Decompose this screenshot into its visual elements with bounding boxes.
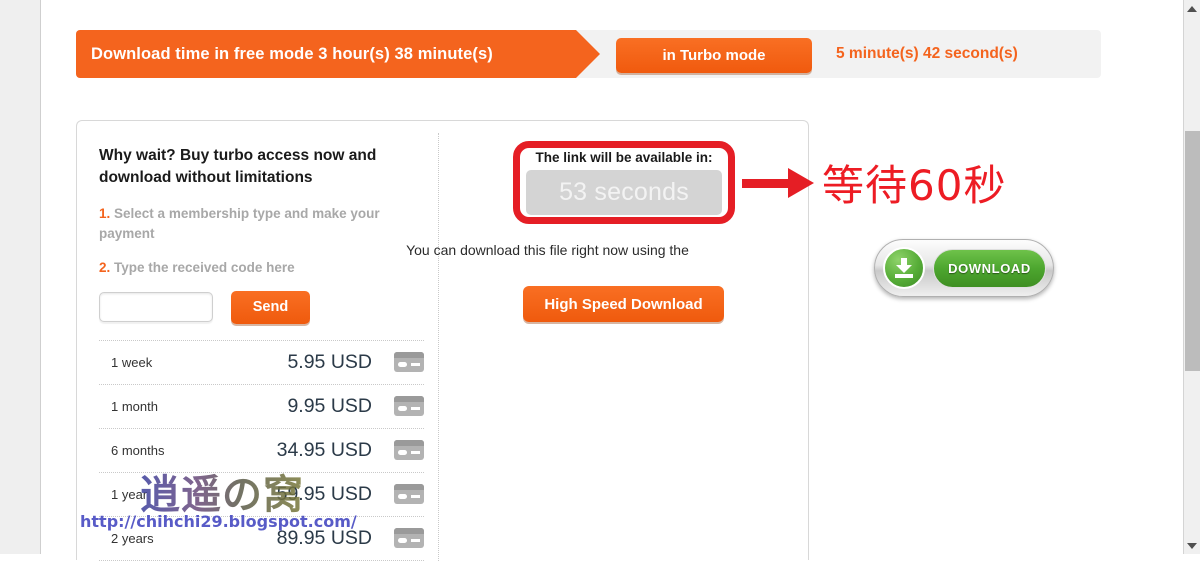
step-2-number: 2. bbox=[99, 260, 111, 276]
purchase-step-1: 1. Select a membership type and make you… bbox=[99, 204, 414, 243]
price-amount: 5.95 USD bbox=[287, 350, 372, 373]
countdown-timer-box: 53 seconds bbox=[526, 170, 722, 216]
download-button-pill: DOWNLOAD bbox=[933, 249, 1046, 288]
turbo-mode-button-label: in Turbo mode bbox=[662, 47, 766, 64]
promo-title: Why wait? Buy turbo access now and downl… bbox=[99, 147, 377, 186]
send-code-button[interactable]: Send bbox=[231, 290, 310, 324]
price-amount: 59.95 USD bbox=[276, 482, 372, 505]
annotation-text: 等待60秒 bbox=[822, 161, 1007, 210]
turbo-purchase-column: Why wait? Buy turbo access now and downl… bbox=[99, 133, 424, 561]
download-now-note: You can download this file right now usi… bbox=[406, 242, 689, 258]
credit-card-icon[interactable] bbox=[394, 484, 424, 505]
banner-chevron-icon bbox=[576, 30, 600, 78]
credit-card-icon[interactable] bbox=[394, 528, 424, 549]
step-2-text: Type the received code here bbox=[114, 260, 295, 276]
table-row[interactable]: 6 months 34.95 USD bbox=[99, 429, 424, 473]
countdown-value: 53 seconds bbox=[559, 178, 689, 207]
code-entry-row: Send bbox=[99, 290, 424, 324]
page-root: Download time in free mode 3 hour(s) 38 … bbox=[0, 0, 1200, 561]
download-arrow-icon bbox=[883, 247, 925, 289]
step-1-text: Select a membership type and make your p… bbox=[99, 206, 380, 241]
purchase-step-2: 2. Type the received code here bbox=[99, 258, 414, 278]
countdown-block: The link will be available in: 53 second… bbox=[526, 150, 722, 216]
scrollbar-thumb[interactable] bbox=[1185, 131, 1200, 371]
download-button[interactable]: DOWNLOAD bbox=[874, 239, 1054, 297]
credit-card-icon[interactable] bbox=[394, 440, 424, 461]
price-amount: 89.95 USD bbox=[276, 526, 372, 549]
high-speed-download-button[interactable]: High Speed Download bbox=[523, 286, 724, 322]
credit-card-icon[interactable] bbox=[394, 352, 424, 373]
free-mode-banner-segment: Download time in free mode 3 hour(s) 38 … bbox=[76, 30, 576, 78]
free-mode-time-label: Download time in free mode 3 hour(s) 38 … bbox=[91, 44, 493, 63]
scroll-down-icon[interactable] bbox=[1184, 537, 1200, 554]
table-row[interactable]: 1 year 59.95 USD bbox=[99, 473, 424, 517]
price-period: 1 year bbox=[111, 486, 148, 502]
price-period: 1 week bbox=[111, 354, 153, 370]
access-code-input[interactable] bbox=[99, 292, 213, 323]
download-time-banner: Download time in free mode 3 hour(s) 38 … bbox=[76, 30, 1101, 78]
price-period: 1 month bbox=[111, 398, 158, 414]
table-row[interactable]: 1 month 9.95 USD bbox=[99, 385, 424, 429]
turbo-mode-time-label: 5 minute(s) 42 second(s) bbox=[836, 45, 1018, 62]
scroll-up-icon[interactable] bbox=[1184, 0, 1200, 17]
price-period: 6 months bbox=[111, 442, 165, 458]
price-amount: 9.95 USD bbox=[287, 394, 372, 417]
countdown-label: The link will be available in: bbox=[535, 150, 713, 165]
turbo-mode-button[interactable]: in Turbo mode bbox=[616, 38, 812, 73]
price-amount: 34.95 USD bbox=[276, 438, 372, 461]
column-divider bbox=[438, 133, 439, 561]
credit-card-icon[interactable] bbox=[394, 396, 424, 417]
price-period: 2 years bbox=[111, 530, 154, 546]
vertical-scrollbar[interactable] bbox=[1183, 0, 1200, 554]
step-1-number: 1. bbox=[99, 206, 111, 221]
page-left-margin bbox=[0, 0, 41, 554]
table-row[interactable]: 1 week 5.95 USD bbox=[99, 339, 424, 385]
download-button-label: DOWNLOAD bbox=[948, 261, 1031, 276]
membership-price-table: 1 week 5.95 USD 1 month 9.95 USD 6 month… bbox=[99, 339, 424, 561]
table-row[interactable]: 2 years 89.95 USD bbox=[99, 517, 424, 561]
